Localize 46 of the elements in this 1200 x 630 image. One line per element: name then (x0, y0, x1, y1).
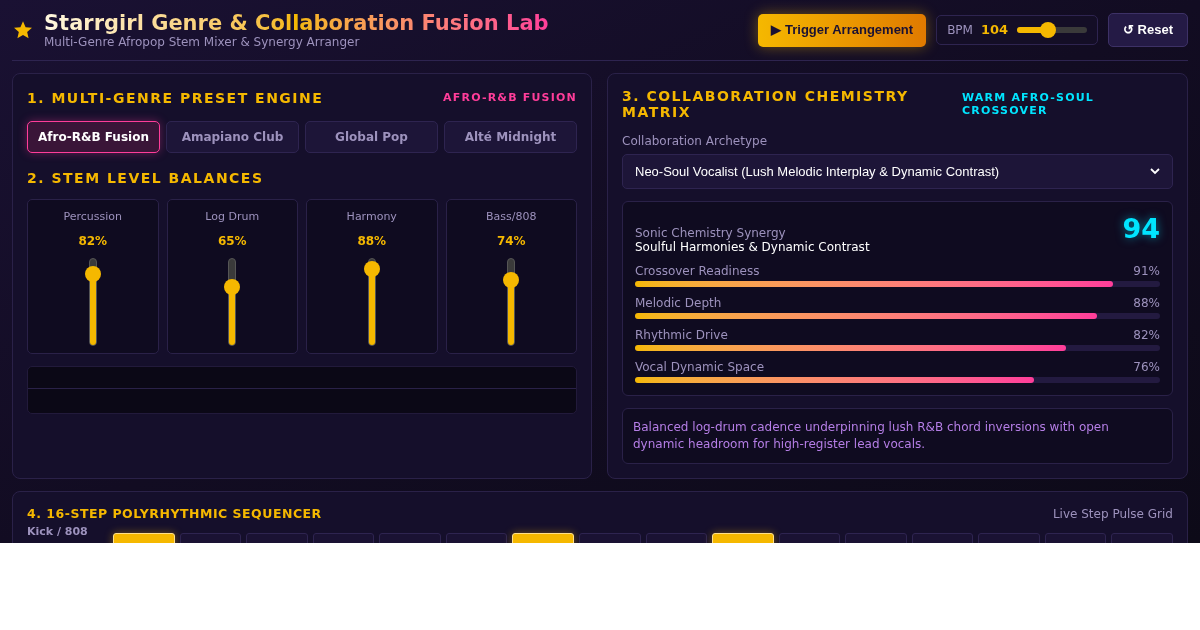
metric-reading: 76% (1133, 360, 1160, 374)
description-text: Balanced log-drum cadence underpinning lush R&B chord inversions with open dynamic headroom for high-register lead vocals. (622, 408, 1173, 464)
archetype-label: Collaboration Archetype (622, 133, 769, 150)
synergy-score: 94 (1122, 214, 1160, 244)
stem-name: Percussion (63, 209, 122, 225)
stem-name: Bass/808 (486, 209, 537, 225)
bpm-slider[interactable] (1016, 22, 1087, 38)
stem-name: Log Drum (205, 209, 260, 225)
sequencer-caption: Live Step Pulse Grid (1052, 506, 1173, 524)
metric-name: Melodic Depth (635, 296, 722, 310)
section-title: 4. 16-STEP POLYRHYTHMIC SEQUENCER (27, 505, 322, 523)
section-title: 2. STEM LEVEL BALANCES (27, 169, 265, 188)
bpm-label: BPM (947, 22, 973, 39)
section-title: 3. COLLABORATION CHEMISTRY MATRIX (622, 88, 910, 120)
preset-tab[interactable]: Alté Midnight (444, 121, 577, 153)
reset-button[interactable]: ↺ Reset (1107, 13, 1188, 47)
stem-reading: 82% (78, 232, 108, 250)
stem-reading: 74% (496, 232, 526, 250)
metric-reading: 91% (1133, 264, 1160, 278)
app-subtitle: Multi-Genre Afropop Stem Mixer & Synergy Arranger (44, 34, 361, 50)
preset-tab[interactable]: Afro-R&B Fusion (27, 121, 160, 153)
metric-reading: 82% (1133, 328, 1160, 342)
stem-slider[interactable] (503, 257, 520, 346)
metric-name: Rhythmic Drive (635, 328, 728, 342)
bpm-value: 104 (980, 21, 1009, 40)
track-name: Kick / 808 (27, 524, 89, 538)
chevron-down-icon (1150, 168, 1160, 175)
trigger-arrangement-button[interactable]: ▶ Trigger Arrangement (758, 13, 927, 47)
metric-name: Vocal Dynamic Space (635, 360, 765, 374)
stem-reading: 88% (357, 232, 387, 250)
stem-reading: 65% (217, 232, 247, 250)
metric-name: Crossover Readiness (635, 264, 760, 278)
stem-slider[interactable] (224, 257, 241, 346)
metric-reading: 88% (1133, 296, 1160, 310)
preset-tab[interactable]: Global Pop (305, 121, 438, 153)
stem-slider[interactable] (363, 257, 380, 346)
stem-name: Harmony (346, 209, 397, 225)
preset-label: AFRO-R&B FUSION (443, 90, 577, 107)
chemistry-label: WARM AFRO-SOUL CROSSOVER (962, 91, 1096, 117)
archetype-dropdown[interactable]: Neo-Soul Vocalist (Lush Melodic Interplay & Dynamic Contrast) (622, 154, 1173, 189)
star-icon (13, 20, 33, 40)
synergy-label: Sonic Chemistry Synergy (635, 226, 787, 240)
section-title: 1. MULTI-GENRE PRESET ENGINE (27, 89, 324, 108)
stem-slider[interactable] (84, 257, 101, 346)
synergy-subtitle: Soulful Harmonies & Dynamic Contrast (635, 240, 870, 254)
preset-tab[interactable]: Amapiano Club (166, 121, 299, 153)
